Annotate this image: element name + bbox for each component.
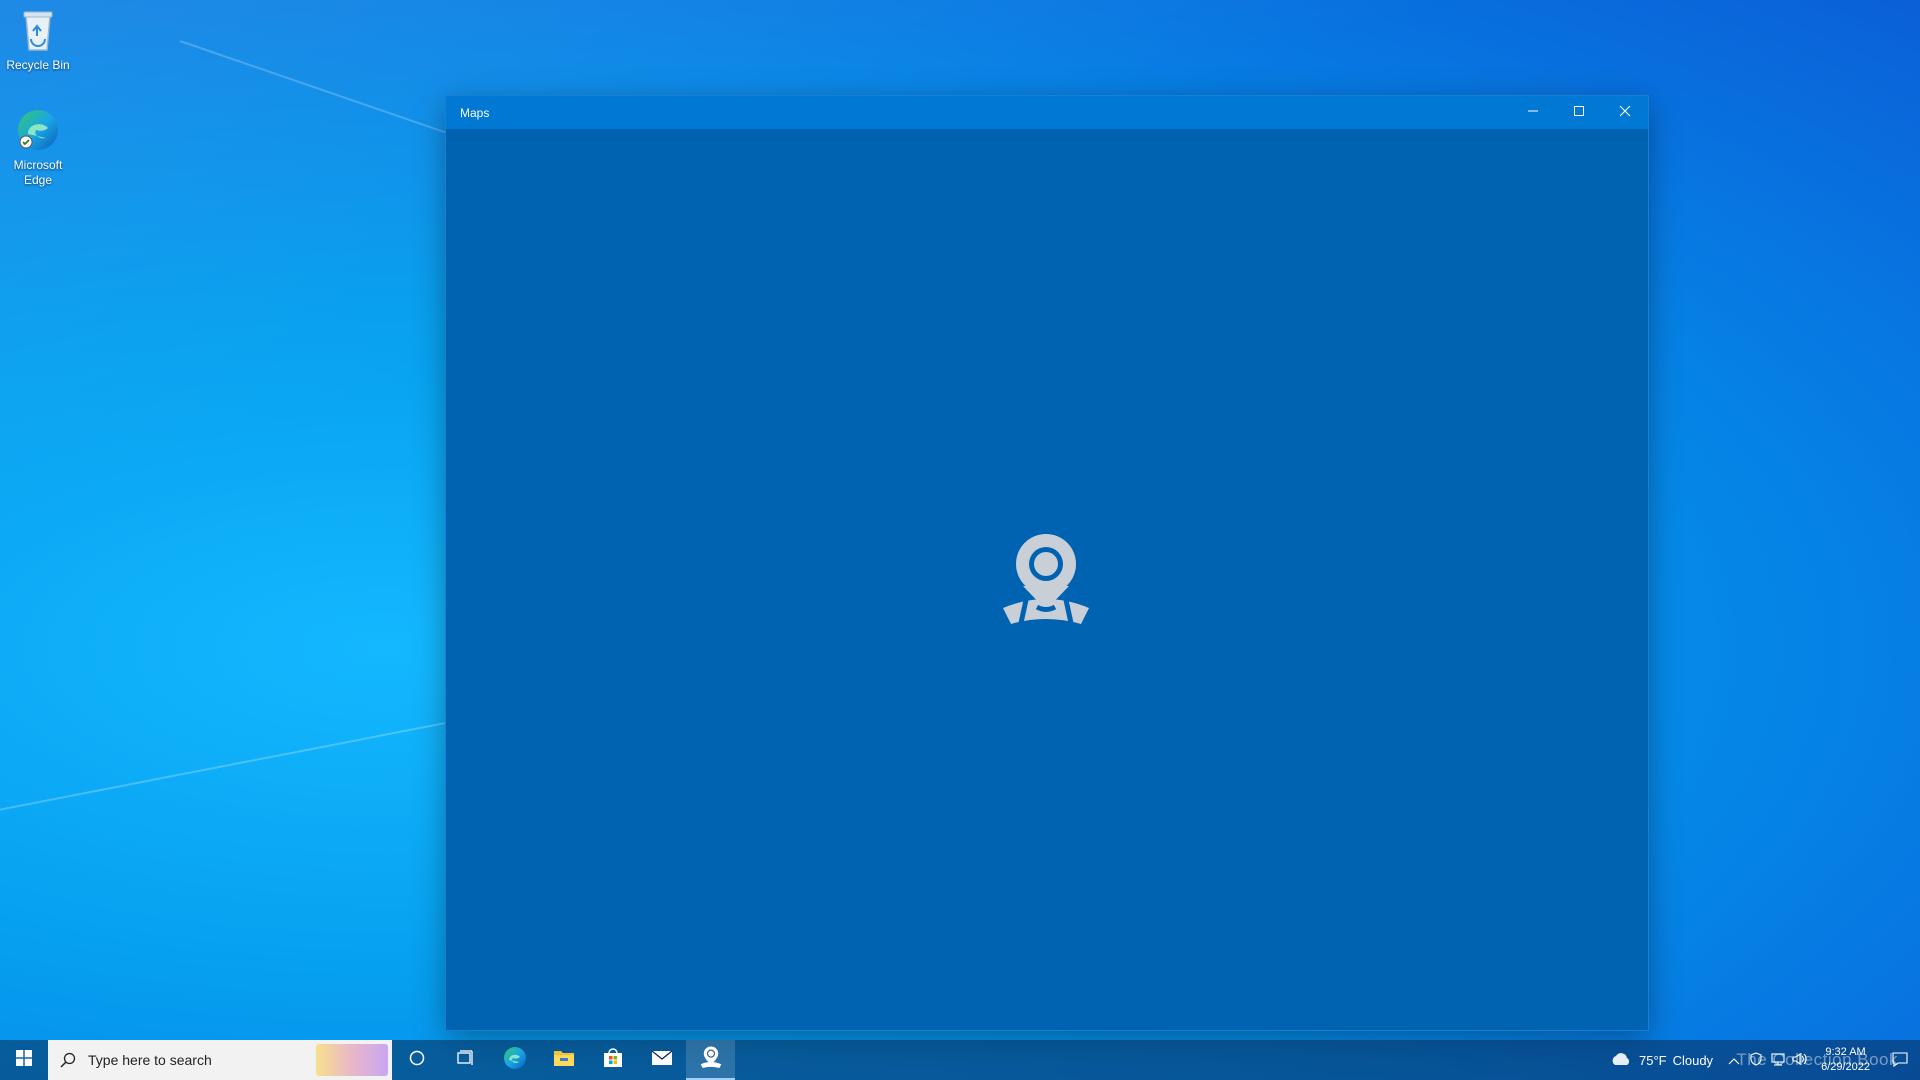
cortana-circle-icon	[408, 1049, 426, 1072]
maps-pin-icon	[700, 1045, 722, 1074]
taskbar-edge-button[interactable]	[490, 1040, 539, 1080]
window-title: Maps	[460, 105, 490, 120]
close-icon	[1619, 105, 1631, 120]
search-placeholder: Type here to search	[88, 1052, 212, 1068]
desktop-icon-recycle-bin[interactable]: Recycle Bin	[0, 6, 76, 73]
weather-condition: Cloudy	[1672, 1052, 1714, 1068]
desktop-icon-label: Recycle Bin	[6, 58, 70, 72]
taskbar-mail-button[interactable]	[637, 1040, 686, 1080]
taskbar-store-button[interactable]	[588, 1040, 637, 1080]
taskbar: Type here to search 75°F Cloudy 9:32 AM …	[0, 1040, 1920, 1080]
maximize-button[interactable]	[1556, 96, 1602, 129]
folder-icon	[553, 1048, 575, 1073]
taskbar-task-view-button[interactable]	[441, 1040, 490, 1080]
maps-pin-icon	[1001, 528, 1091, 628]
maps-window[interactable]: Maps	[446, 96, 1648, 1030]
task-view-icon	[456, 1049, 476, 1072]
minimize-button[interactable]	[1510, 96, 1556, 129]
edge-icon	[503, 1046, 527, 1075]
close-button[interactable]	[1602, 96, 1648, 129]
maximize-icon	[1573, 105, 1585, 120]
mail-icon	[651, 1049, 673, 1072]
search-highlight-image[interactable]	[316, 1044, 388, 1076]
search-icon	[48, 1052, 88, 1068]
desktop-icon-label: Microsoft Edge	[13, 158, 63, 187]
weather-temp: 75°F	[1638, 1052, 1667, 1068]
desktop: Recycle Bin Microsoft Edge Maps Type her…	[0, 0, 1920, 1080]
watermark-text: The Collection Book	[1736, 1050, 1898, 1069]
start-button[interactable]	[0, 1040, 48, 1080]
cloud-icon	[1609, 1051, 1633, 1070]
weather-widget[interactable]: 75°F Cloudy	[1599, 1051, 1723, 1070]
store-bag-icon	[602, 1047, 624, 1074]
minimize-icon	[1527, 105, 1539, 120]
taskbar-maps-button[interactable]	[686, 1040, 735, 1080]
desktop-icon-microsoft-edge[interactable]: Microsoft Edge	[0, 106, 76, 188]
window-titlebar[interactable]: Maps	[446, 96, 1648, 129]
taskbar-cortana-button[interactable]	[392, 1040, 441, 1080]
windows-logo-icon	[16, 1049, 32, 1071]
taskbar-search-box[interactable]: Type here to search	[48, 1040, 392, 1080]
taskbar-file-explorer-button[interactable]	[539, 1040, 588, 1080]
edge-icon	[14, 106, 62, 154]
recycle-bin-icon	[14, 6, 62, 54]
